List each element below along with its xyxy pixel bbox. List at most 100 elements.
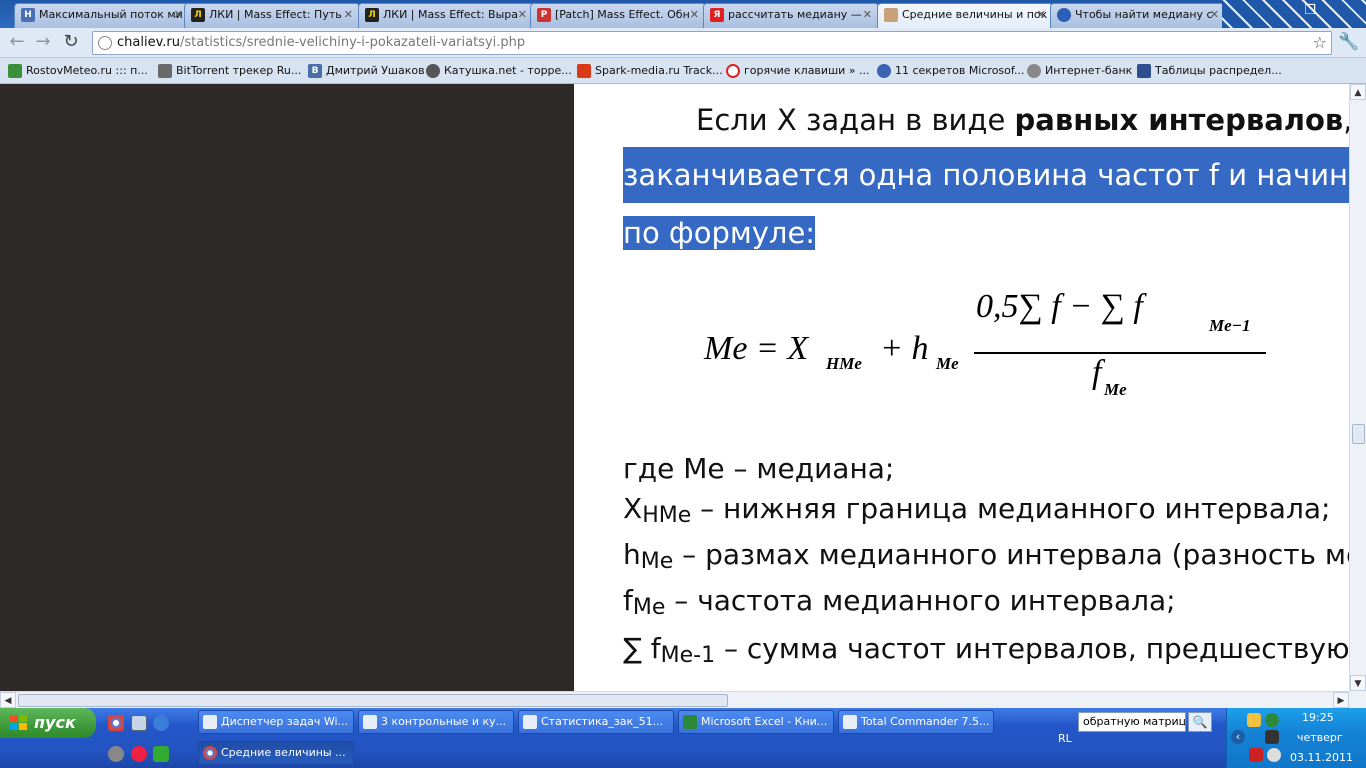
- show-hidden-icons-icon[interactable]: ‹: [1231, 730, 1245, 744]
- tab-lki-2[interactable]: Л ЛКИ | Mass Effect: Выра ✕: [358, 3, 534, 28]
- my-computer-quicklaunch-icon[interactable]: [131, 715, 147, 731]
- bookmark-ushakov[interactable]: B Дмитрий Ушаков: [308, 62, 425, 80]
- ie-quicklaunch-icon[interactable]: [153, 715, 169, 731]
- mail-tray-icon[interactable]: [1247, 713, 1261, 727]
- shield-tray-icon[interactable]: [1249, 748, 1263, 762]
- microsoft-secrets-icon: [877, 64, 891, 78]
- bookmark-star-icon[interactable]: ☆: [1313, 32, 1327, 54]
- formula-numerator: 0,5∑ f − ∑ f: [976, 288, 1143, 325]
- close-icon[interactable]: ✕: [690, 4, 699, 26]
- katushka-icon: [426, 64, 440, 78]
- bookmark-label: Таблицы распредел...: [1155, 64, 1282, 77]
- address-url: chaliev.ru/statistics/srednie-velichiny-…: [117, 32, 525, 54]
- tab-max-flow[interactable]: H Максимальный поток ми ✕: [14, 3, 190, 28]
- horizontal-scroll-thumb[interactable]: [18, 694, 728, 707]
- chaliev-favicon-icon: [884, 8, 898, 22]
- bookmark-label: горячие клавиши » ...: [744, 64, 870, 77]
- tab-label: ЛКИ | Mass Effect: Путь: [209, 8, 342, 21]
- dark-side-panel: [0, 84, 574, 691]
- volume-tray-icon[interactable]: [1267, 748, 1281, 762]
- bookmark-label: RostovMeteo.ru ::: п...: [26, 64, 148, 77]
- formula-sub-hme: HMe: [826, 354, 862, 373]
- def-text: – нижняя граница медианного интервала;: [691, 492, 1331, 525]
- windows-flag-icon: [10, 715, 27, 730]
- opera-quicklaunch-icon[interactable]: [131, 746, 147, 762]
- bookmark-distribution-tables[interactable]: Таблицы распредел...: [1137, 62, 1282, 80]
- scrollbar-corner: [1349, 691, 1366, 708]
- tab-lki-1[interactable]: Л ЛКИ | Mass Effect: Путь ✕: [184, 3, 360, 28]
- def-text: – сумма частот интервалов, предшествую: [715, 632, 1349, 665]
- search-favicon-icon: [1057, 8, 1071, 22]
- task-total-commander[interactable]: Total Commander 7.5...: [838, 710, 994, 734]
- quicklaunch-icon-4[interactable]: [108, 746, 124, 762]
- close-icon[interactable]: ✕: [863, 4, 872, 26]
- bookmark-katushka[interactable]: Катушка.net - торре...: [426, 62, 572, 80]
- task-word-document-1[interactable]: 3 контрольные и ку...: [358, 710, 514, 734]
- bookmark-microsoft-secrets[interactable]: 11 секретов Microsof...: [877, 62, 1024, 80]
- chrome-quicklaunch-icon[interactable]: [108, 715, 124, 731]
- tab-label: Чтобы найти медиану с: [1075, 8, 1213, 21]
- url-domain: chaliev.ru: [117, 35, 180, 50]
- formula-sub-me: Me: [936, 354, 959, 373]
- close-icon[interactable]: ✕: [344, 4, 353, 26]
- task-chrome-active[interactable]: Средние величины ...: [198, 741, 354, 765]
- close-icon[interactable]: ✕: [1037, 4, 1046, 26]
- bookmark-spark-media[interactable]: Spark-media.ru Track...: [577, 62, 723, 80]
- tab-srednie-velichiny[interactable]: Средние величины и пок ✕: [877, 3, 1053, 28]
- chrome-icon: [203, 746, 217, 760]
- lki-favicon-icon: Л: [365, 8, 379, 22]
- bookmark-bittorrent[interactable]: BitTorrent трекер Ru...: [158, 62, 301, 80]
- bookmark-internet-bank[interactable]: Интернет-банк: [1027, 62, 1132, 80]
- vertical-scrollbar[interactable]: ▲ ▼: [1349, 84, 1366, 691]
- task-label: 3 контрольные и ку...: [381, 715, 507, 728]
- scroll-up-icon[interactable]: ▲: [1350, 84, 1366, 100]
- tab-patch[interactable]: P [Patch] Mass Effect. Обн ✕: [530, 3, 706, 28]
- patch-favicon-icon: P: [537, 8, 551, 22]
- scroll-right-icon[interactable]: ▶: [1333, 692, 1349, 708]
- formula-plus-h: + h: [880, 330, 929, 367]
- tab-find-median[interactable]: Чтобы найти медиану с ✕: [1050, 3, 1226, 28]
- scroll-down-icon[interactable]: ▼: [1350, 675, 1366, 691]
- close-icon[interactable]: ✕: [518, 4, 527, 26]
- vertical-scroll-thumb[interactable]: [1352, 424, 1365, 444]
- bookmark-rostovmeteo[interactable]: RostovMeteo.ru ::: п...: [8, 62, 148, 80]
- back-arrow-icon[interactable]: ←: [6, 32, 28, 54]
- page-content: Если X задан в виде равных интервалов, з…: [0, 84, 1349, 691]
- forward-arrow-icon[interactable]: →: [32, 32, 54, 54]
- start-button[interactable]: пуск: [0, 708, 96, 738]
- clock-date: 03.11.2011: [1290, 751, 1353, 764]
- address-bar[interactable]: chaliev.ru/statistics/srednie-velichiny-…: [92, 31, 1332, 55]
- utorrent-quicklaunch-icon[interactable]: [153, 746, 169, 762]
- bittorrent-icon: [158, 64, 172, 78]
- task-word-document-2[interactable]: Статистика_зак_51...: [518, 710, 674, 734]
- task-manager-icon: [203, 715, 217, 729]
- search-go-icon[interactable]: 🔍: [1188, 712, 1212, 732]
- taskbar-search-input[interactable]: обратную матрицу: [1078, 712, 1186, 732]
- task-task-manager[interactable]: Диспетчер задач Wi...: [198, 710, 354, 734]
- h-favicon-icon: H: [21, 8, 35, 22]
- line3-selected: по формуле:: [623, 216, 816, 250]
- tab-yandex[interactable]: Я рассчитать медиану — ✕: [703, 3, 879, 28]
- taskbar: пуск Диспетчер задач Wi... 3 контрольные…: [0, 708, 1366, 768]
- restore-window-icon[interactable]: ❐: [1300, 2, 1320, 20]
- formula-lhs: Me = X: [704, 330, 809, 367]
- utorrent-tray-icon[interactable]: [1265, 713, 1279, 727]
- tab-strip-decoration: [1222, 0, 1366, 28]
- task-excel[interactable]: Microsoft Excel - Кни...: [678, 710, 834, 734]
- horizontal-scrollbar[interactable]: ◀ ▶: [0, 691, 1349, 708]
- bookmark-hotkeys[interactable]: горячие клавиши » ...: [726, 62, 870, 80]
- wrench-icon[interactable]: 🔧: [1338, 32, 1359, 52]
- tab-label: ЛКИ | Mass Effect: Выра: [383, 8, 519, 21]
- article-line-2-selected: заканчивается одна половина частот f и н…: [623, 147, 1349, 203]
- bank-icon: [1027, 64, 1041, 78]
- reload-icon[interactable]: ↻: [60, 32, 82, 54]
- yandex-favicon-icon: Я: [710, 8, 724, 22]
- tray-icon-3[interactable]: [1265, 730, 1279, 744]
- close-icon[interactable]: ✕: [1210, 4, 1219, 26]
- scroll-left-icon[interactable]: ◀: [0, 692, 16, 708]
- close-icon[interactable]: ✕: [174, 4, 183, 26]
- language-indicator[interactable]: RL: [1058, 732, 1072, 745]
- task-label: Статистика_зак_51...: [541, 715, 664, 728]
- clock-time[interactable]: 19:25: [1302, 711, 1334, 724]
- bookmark-label: Интернет-банк: [1045, 64, 1133, 77]
